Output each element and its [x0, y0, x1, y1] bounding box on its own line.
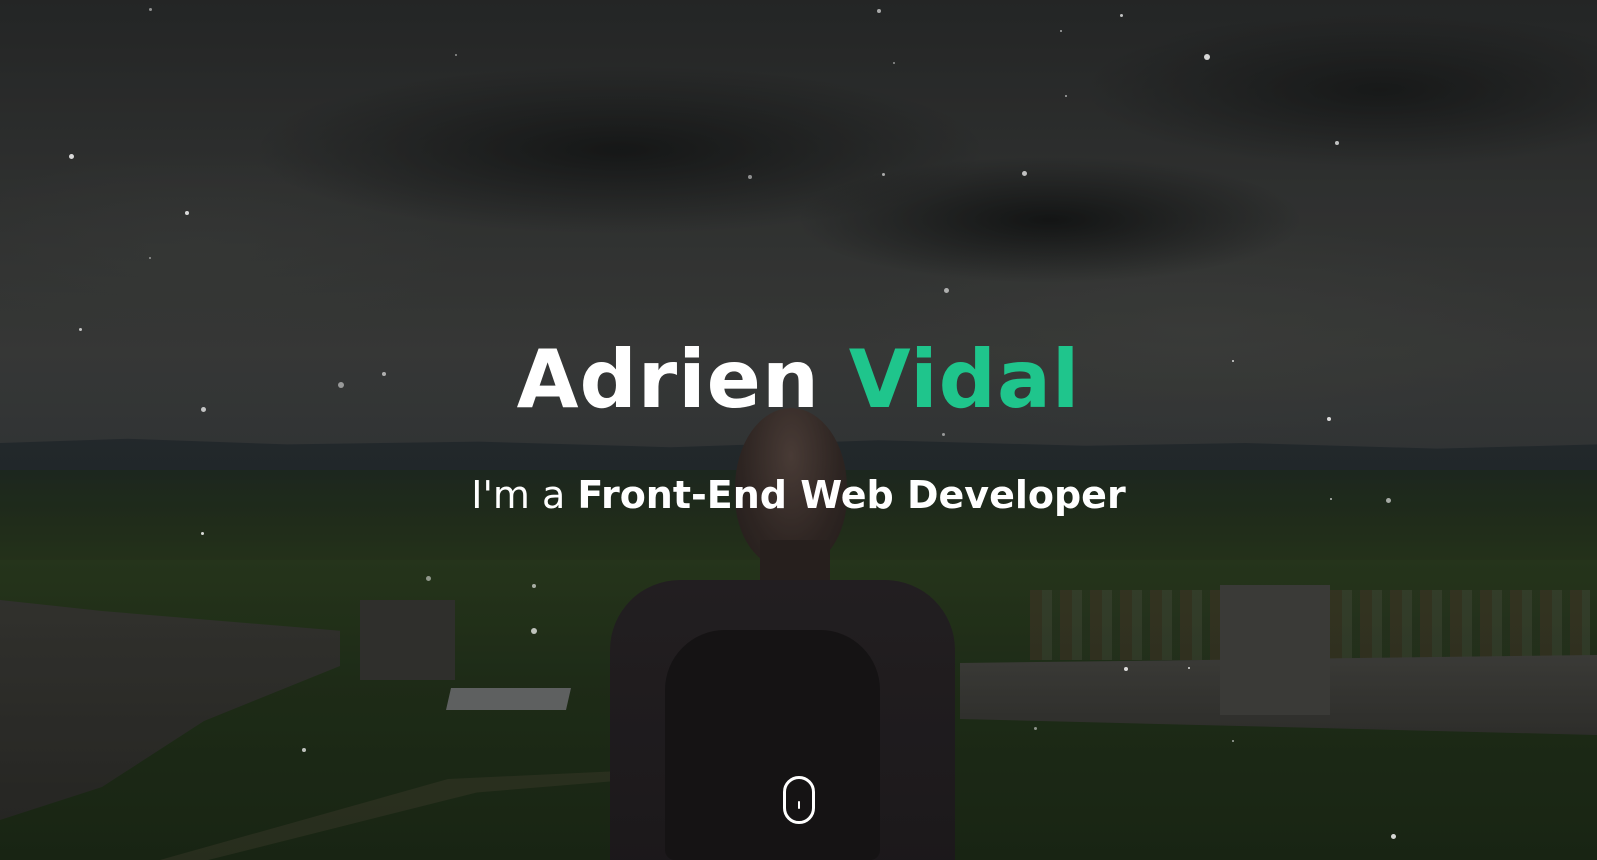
scroll-wheel [798, 801, 800, 809]
mouse-scroll-icon[interactable] [783, 776, 815, 824]
last-name: Vidal [848, 333, 1081, 426]
tagline-role: Front-End Web Developer [577, 473, 1126, 517]
hero-title: Adrien Vidal [0, 330, 1597, 430]
hero-content: Adrien Vidal I'm a Front-End Web Develop… [0, 0, 1597, 860]
tagline-prefix: I'm a [471, 473, 566, 517]
first-name: Adrien [516, 333, 820, 426]
hero-section: Adrien Vidal I'm a Front-End Web Develop… [0, 0, 1597, 860]
hero-tagline: I'm a Front-End Web Developer [0, 472, 1597, 518]
